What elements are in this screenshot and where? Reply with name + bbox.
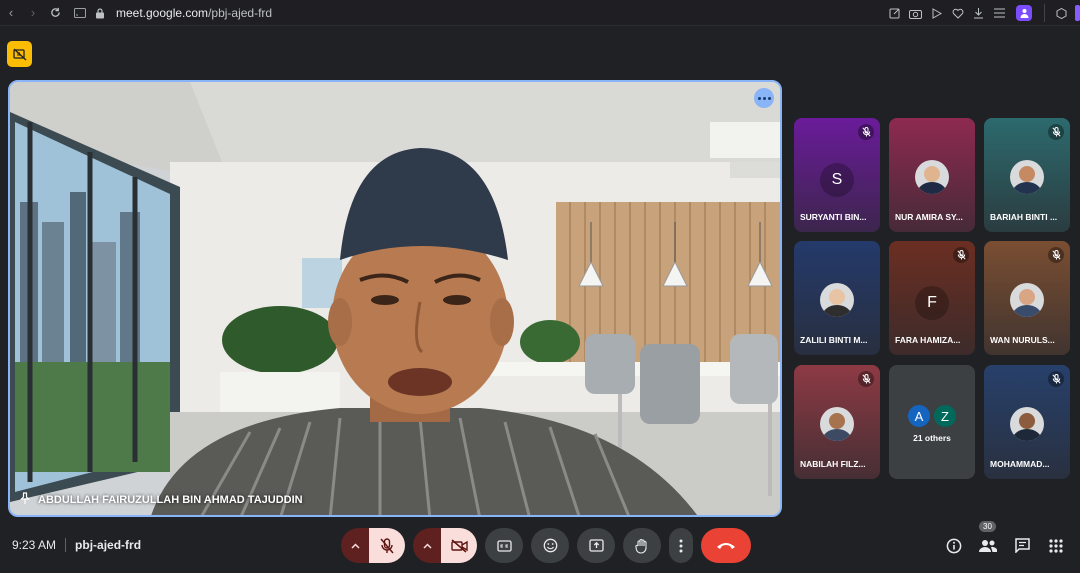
side-panel-controls: 30 <box>944 520 1066 563</box>
muted-mic-icon <box>858 371 874 387</box>
download-icon[interactable] <box>968 0 989 26</box>
participant-tile[interactable]: S SURYANTI BIN... <box>794 118 880 232</box>
muted-mic-icon <box>1048 371 1064 387</box>
call-controls <box>341 528 751 563</box>
participant-avatar <box>1010 407 1044 441</box>
no-video-notice-icon[interactable] <box>7 41 32 67</box>
play-icon[interactable] <box>926 0 947 26</box>
muted-mic-icon <box>858 124 874 140</box>
others-avatar: Z <box>932 403 958 429</box>
participant-avatar <box>1010 160 1044 194</box>
menu-lines-icon[interactable] <box>989 0 1010 26</box>
meeting-code: pbj-ajed-frd <box>75 538 142 552</box>
url-path: /pbj-ajed-frd <box>208 6 273 20</box>
participant-avatar <box>820 407 854 441</box>
participant-name: NUR AMIRA SY... <box>895 212 963 222</box>
camera-control <box>413 528 477 563</box>
leave-call-icon[interactable] <box>701 528 751 563</box>
muted-mic-icon <box>1048 124 1064 140</box>
mic-off-icon[interactable] <box>369 528 405 563</box>
participant-avatar: S <box>820 163 854 197</box>
people-count-badge: 30 <box>979 520 996 532</box>
main-speaker-tile[interactable]: ABDULLAH FAIRUZULLAH BIN AHMAD TAJUDDIN <box>8 80 782 517</box>
lock-icon[interactable] <box>92 5 108 21</box>
forward-icon[interactable]: › <box>22 0 44 26</box>
profile-icon[interactable] <box>1016 5 1032 21</box>
participant-avatar <box>820 283 854 317</box>
toolbar-divider <box>1044 4 1045 22</box>
participant-tile[interactable]: MOHAMMAD... <box>984 365 1070 479</box>
people-icon[interactable]: 30 <box>978 520 998 556</box>
pin-icon[interactable] <box>20 492 30 507</box>
participant-avatar <box>1010 283 1044 317</box>
audio-settings-chevron-icon[interactable] <box>341 528 369 563</box>
others-tile[interactable]: A Z 21 others <box>889 365 975 479</box>
meeting-info: 9:23 AM pbj-ajed-frd <box>12 538 141 552</box>
video-settings-chevron-icon[interactable] <box>413 528 441 563</box>
heart-icon[interactable] <box>947 0 968 26</box>
participant-name: FARA HAMIZA... <box>895 335 961 345</box>
more-options-button[interactable] <box>754 88 774 108</box>
participant-avatar: F <box>915 286 949 320</box>
sidebar-handle[interactable] <box>1075 5 1080 21</box>
raise-hand-icon[interactable] <box>623 528 661 563</box>
participant-tile[interactable]: ZALILI BINTI M... <box>794 241 880 355</box>
participant-name: ZALILI BINTI M... <box>800 335 868 345</box>
participant-name: SURYANTI BIN... <box>800 212 867 222</box>
others-avatar: A <box>906 403 932 429</box>
participant-avatar <box>915 160 949 194</box>
activities-icon[interactable] <box>1046 536 1066 556</box>
participant-name: BARIAH BINTI ... <box>990 212 1058 222</box>
participant-tile[interactable]: BARIAH BINTI ... <box>984 118 1070 232</box>
captions-icon[interactable] <box>485 528 523 563</box>
muted-mic-icon <box>953 247 969 263</box>
participant-tile[interactable]: F FARA HAMIZA... <box>889 241 975 355</box>
main-speaker-label: ABDULLAH FAIRUZULLAH BIN AHMAD TAJUDDIN <box>20 492 303 507</box>
microphone-control <box>341 528 405 563</box>
participant-name: WAN NURULS... <box>990 335 1055 345</box>
extensions-icon[interactable] <box>1051 0 1072 26</box>
edit-icon[interactable] <box>884 0 905 26</box>
url-host: meet.google.com <box>116 6 209 20</box>
present-screen-icon[interactable] <box>577 528 615 563</box>
speaker-video <box>10 82 780 515</box>
others-count-label: 21 others <box>913 433 951 443</box>
reload-icon[interactable] <box>44 0 66 26</box>
meeting-details-icon[interactable] <box>944 536 964 556</box>
url-text: meet.google.com/pbj-ajed-frd <box>116 6 272 20</box>
emoji-icon[interactable] <box>531 528 569 563</box>
participant-tile[interactable]: WAN NURULS... <box>984 241 1070 355</box>
muted-mic-icon <box>1048 247 1064 263</box>
cast-icon[interactable] <box>72 5 88 21</box>
main-speaker-name: ABDULLAH FAIRUZULLAH BIN AHMAD TAJUDDIN <box>38 493 303 506</box>
others-avatars: AZ <box>906 403 958 429</box>
clock-time: 9:23 AM <box>12 538 57 552</box>
camera-off-icon[interactable] <box>441 528 477 563</box>
participant-tile[interactable]: NUR AMIRA SY... <box>889 118 975 232</box>
participant-name: NABILAH FILZ... <box>800 459 866 469</box>
chat-icon[interactable] <box>1012 536 1032 556</box>
participant-tile[interactable]: NABILAH FILZ... <box>794 365 880 479</box>
info-divider <box>65 538 67 552</box>
browser-toolbar: ‹ › meet.google.com/pbj-ajed-frd <box>0 0 1080 26</box>
camera-icon[interactable] <box>905 0 926 26</box>
participant-name: MOHAMMAD... <box>990 459 1050 469</box>
back-icon[interactable]: ‹ <box>0 0 22 26</box>
more-options-icon[interactable] <box>669 528 693 563</box>
